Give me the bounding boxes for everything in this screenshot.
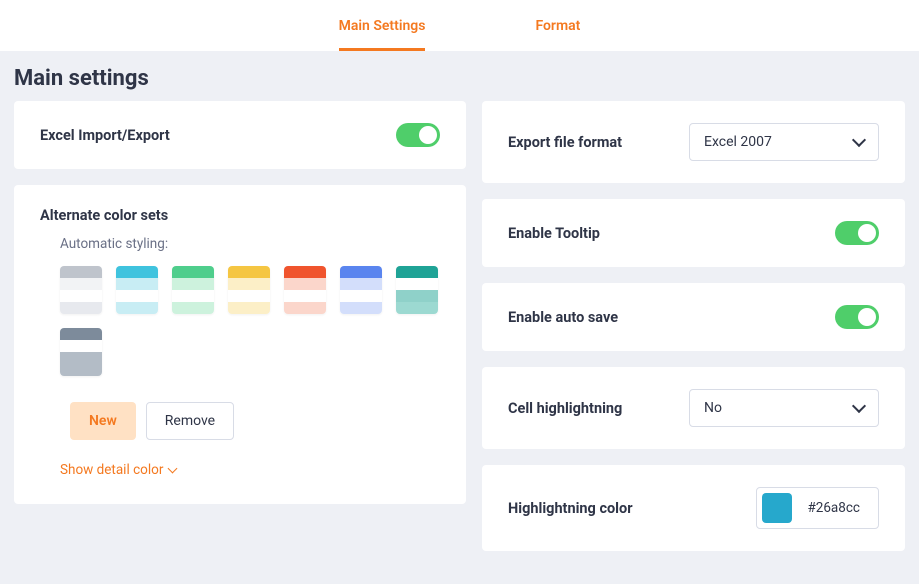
cell-highlightning-label: Cell highlightning [508, 400, 622, 417]
enable-tooltip-label: Enable Tooltip [508, 225, 600, 242]
color-swatch-0[interactable] [60, 266, 102, 314]
enable-auto-save-label: Enable auto save [508, 309, 618, 326]
tab-format[interactable]: Format [535, 18, 580, 51]
highlightning-color-label: Highlightning color [508, 500, 633, 517]
show-detail-color-label: Show detail color [60, 462, 163, 478]
color-swatch-2[interactable] [172, 266, 214, 314]
tab-bar: Main Settings Format [0, 0, 919, 52]
color-value: #26a8cc [797, 500, 878, 516]
color-chip [762, 493, 792, 523]
chevron-down-icon [852, 399, 866, 413]
excel-import-export-label: Excel Import/Export [40, 127, 170, 144]
color-swatch-4[interactable] [284, 266, 326, 314]
color-swatch-1[interactable] [116, 266, 158, 314]
alternate-color-sets-card: Alternate color sets Automatic styling: … [14, 185, 466, 504]
alt-color-sets-title: Alternate color sets [40, 207, 440, 224]
color-swatch-3[interactable] [228, 266, 270, 314]
export-format-value: Excel 2007 [704, 134, 772, 150]
automatic-styling-label: Automatic styling: [60, 236, 440, 252]
export-file-format-label: Export file format [508, 134, 622, 151]
excel-import-export-toggle[interactable] [396, 123, 440, 147]
color-swatch-grid [60, 266, 440, 376]
enable-tooltip-toggle[interactable] [835, 221, 879, 245]
tab-main-settings[interactable]: Main Settings [339, 18, 426, 51]
color-swatch-6[interactable] [396, 266, 438, 314]
cell-highlightning-value: No [704, 400, 722, 416]
chevron-down-icon [168, 464, 178, 474]
new-button[interactable]: New [70, 402, 136, 440]
chevron-down-icon [852, 133, 866, 147]
highlightning-color-picker[interactable]: #26a8cc [756, 487, 879, 529]
remove-button[interactable]: Remove [146, 402, 234, 440]
page-title: Main settings [0, 52, 919, 101]
show-detail-color-link[interactable]: Show detail color [60, 462, 440, 478]
enable-auto-save-toggle[interactable] [835, 305, 879, 329]
color-swatch-5[interactable] [340, 266, 382, 314]
export-file-format-select[interactable]: Excel 2007 [689, 123, 879, 161]
color-swatch-7[interactable] [60, 328, 102, 376]
cell-highlightning-select[interactable]: No [689, 389, 879, 427]
